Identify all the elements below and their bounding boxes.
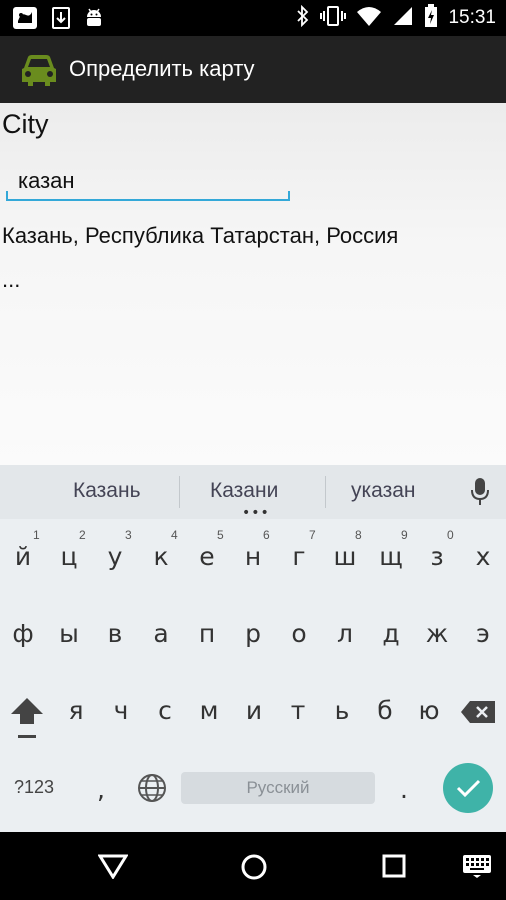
key-letter[interactable]: ч <box>98 696 144 725</box>
bluetooth-icon <box>296 4 310 31</box>
suggestion-strip: Казань Казани ••• указан <box>0 465 506 520</box>
key-letter[interactable]: р <box>230 619 276 648</box>
key-letter[interactable]: ш <box>322 542 368 571</box>
home-icon[interactable] <box>240 853 268 885</box>
signal-icon <box>392 5 414 31</box>
key-letter[interactable]: й <box>0 542 46 571</box>
key-letter[interactable]: с <box>142 696 188 725</box>
space-key[interactable]: Русский <box>181 772 375 804</box>
key-hint: 7 <box>309 528 316 542</box>
key-letter[interactable]: и <box>231 696 277 725</box>
car-icon <box>18 52 60 88</box>
checkmark-icon <box>456 779 481 798</box>
result-item[interactable]: Казань, Республика Татарстан, Россия <box>2 223 398 249</box>
key-hint: 9 <box>401 528 408 542</box>
key-letter[interactable]: а <box>138 619 184 648</box>
more-results[interactable]: ... <box>2 267 20 293</box>
key-letter[interactable]: о <box>276 619 322 648</box>
suggestion-divider <box>325 476 326 508</box>
key-letter[interactable]: т <box>275 696 321 725</box>
suggestion-1[interactable]: Казань <box>73 479 141 503</box>
shift-icon[interactable] <box>10 696 44 744</box>
navigation-bar <box>0 832 506 900</box>
key-hint: 8 <box>355 528 362 542</box>
wifi-icon <box>356 5 382 31</box>
key-letter[interactable]: л <box>322 619 368 648</box>
app-title: Определить карту <box>69 56 255 81</box>
key-letter[interactable]: д <box>368 619 414 648</box>
key-letter[interactable]: ю <box>406 696 452 725</box>
keyboard-switch-icon[interactable] <box>462 854 492 882</box>
suggestion-2[interactable]: Казани <box>210 479 278 503</box>
key-letter[interactable]: к <box>138 542 184 571</box>
key-letter[interactable]: ц <box>46 542 92 571</box>
action-bar: Определить карту <box>0 36 506 103</box>
key-hint: 2 <box>79 528 86 542</box>
done-button[interactable] <box>443 763 493 813</box>
vibrate-icon <box>320 5 347 31</box>
key-letter[interactable]: б <box>362 696 408 725</box>
key-letter[interactable]: м <box>186 696 232 725</box>
symbols-key[interactable]: ?123 <box>14 777 54 798</box>
battery-charging-icon <box>424 4 438 32</box>
key-letter[interactable]: п <box>184 619 230 648</box>
key-letter[interactable]: ы <box>46 619 92 648</box>
key-hint: 5 <box>217 528 224 542</box>
input-underline-right <box>288 191 290 201</box>
key-letter[interactable]: щ <box>368 542 414 571</box>
recents-icon[interactable] <box>381 853 407 883</box>
key-letter[interactable]: е <box>184 542 230 571</box>
key-hint: 4 <box>171 528 178 542</box>
keyboard: 1 2 3 4 5 6 7 8 9 0 й ц у к е н г ш щ з … <box>0 519 506 832</box>
key-letter[interactable]: х <box>460 542 506 571</box>
more-suggestions-dots[interactable]: ••• <box>242 506 270 520</box>
input-underline-left <box>6 191 8 201</box>
microphone-icon[interactable] <box>470 477 490 511</box>
android-icon <box>84 7 104 33</box>
notification-app-icon <box>12 6 38 34</box>
main-content: City Казань, Республика Татарстан, Росси… <box>0 103 506 465</box>
key-letter[interactable]: н <box>230 542 276 571</box>
key-hint: 6 <box>263 528 270 542</box>
status-bar: 15:31 <box>0 0 506 36</box>
comma-key[interactable]: , <box>78 775 124 804</box>
suggestion-divider <box>179 476 180 508</box>
key-letter[interactable]: ж <box>414 619 460 648</box>
back-icon[interactable] <box>97 853 129 883</box>
city-label: City <box>2 109 49 139</box>
clock: 15:31 <box>448 7 496 28</box>
key-hint: 1 <box>33 528 40 542</box>
period-key[interactable]: . <box>381 775 427 804</box>
key-letter[interactable]: я <box>53 696 99 725</box>
key-hint: 3 <box>125 528 132 542</box>
key-letter[interactable]: у <box>92 542 138 571</box>
globe-icon[interactable] <box>137 773 167 807</box>
city-input[interactable] <box>6 163 290 201</box>
key-letter[interactable]: ф <box>0 619 46 648</box>
key-letter[interactable]: в <box>92 619 138 648</box>
key-letter[interactable]: э <box>460 619 506 648</box>
download-icon <box>52 7 70 33</box>
key-letter[interactable]: ь <box>319 696 365 725</box>
key-letter[interactable]: г <box>276 542 322 571</box>
backspace-icon[interactable] <box>460 700 496 728</box>
suggestion-3[interactable]: указан <box>351 479 416 503</box>
key-hint: 0 <box>447 528 454 542</box>
key-letter[interactable]: з <box>414 542 460 571</box>
